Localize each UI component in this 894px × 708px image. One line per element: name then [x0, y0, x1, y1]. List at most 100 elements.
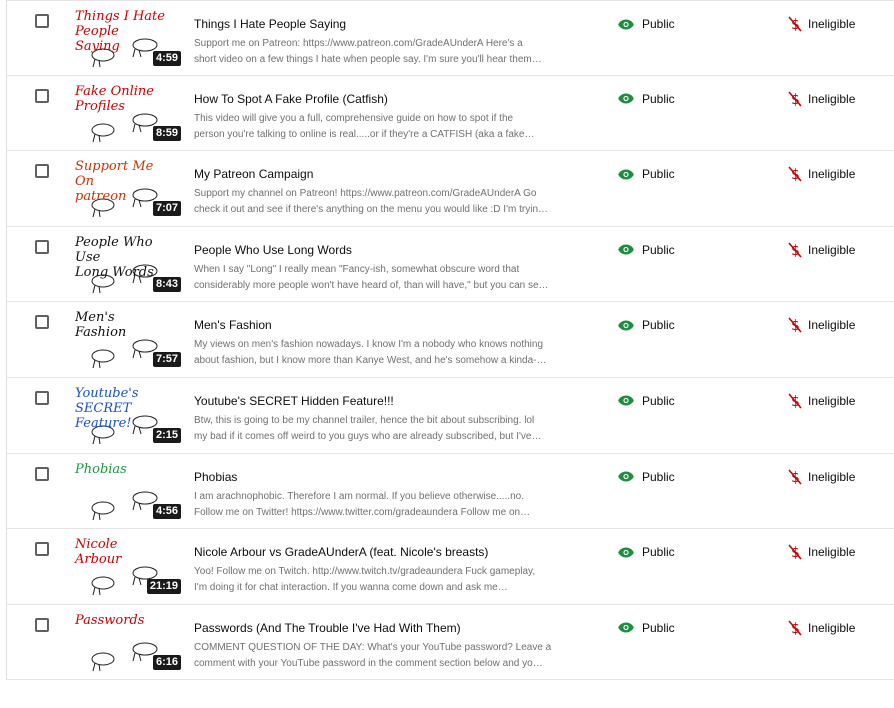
eye-icon — [618, 547, 634, 558]
duration-badge: 21:19 — [146, 579, 181, 595]
select-checkbox[interactable] — [35, 466, 49, 481]
visibility-label: Public — [642, 620, 675, 635]
select-checkbox[interactable] — [35, 542, 49, 557]
select-checkbox[interactable] — [35, 239, 49, 254]
monetization-off-icon: $ — [788, 393, 802, 409]
visibility-status[interactable]: Public — [618, 92, 675, 106]
monetization-status: $ Ineligible — [788, 469, 855, 485]
monetization-label: Ineligible — [808, 17, 856, 31]
video-description: Yoo! Follow me on Twitch. http://www.twi… — [194, 564, 584, 596]
video-thumbnail[interactable]: People Who Use Long Words 8:43 — [73, 232, 183, 295]
visibility-status[interactable]: Public — [618, 17, 675, 31]
visibility-status[interactable]: Public — [618, 545, 675, 559]
duration-badge: 8:43 — [152, 276, 181, 292]
video-thumbnail[interactable]: Fake Online Profiles 8:59 — [73, 81, 183, 144]
video-title[interactable]: Youtube's SECRET Hidden Feature!!! — [194, 394, 594, 408]
video-description: Btw, this is going to be my channel trai… — [194, 413, 584, 445]
monetization-off-icon: $ — [788, 242, 802, 258]
visibility-label: Public — [642, 91, 675, 106]
video-description: Support my channel on Patreon! https://w… — [194, 186, 584, 218]
visibility-status[interactable]: Public — [618, 243, 675, 257]
description-line-1: My views on men's fashion nowadays. I kn… — [194, 339, 543, 351]
video-row: Fake Online Profiles 8:59 How To Spot A … — [7, 76, 894, 152]
monetization-status: $ Ineligible — [788, 242, 855, 258]
video-title[interactable]: Things I Hate People Saying — [194, 17, 594, 31]
description-line-1: Btw, this is going to be my channel trai… — [194, 414, 535, 426]
monetization-label: Ineligible — [808, 91, 856, 106]
video-thumbnail[interactable]: Support Me On patreon 7:07 — [73, 157, 183, 220]
thumbnail-text: Things I Hate People Saying — [75, 9, 165, 54]
description-line-2: Follow me on Twitter! https://www.twitte… — [194, 506, 531, 518]
video-description: When I say "Long" I really mean "Fancy-i… — [194, 262, 584, 294]
thumbnail-text: Fake Online Profiles — [75, 83, 155, 114]
description-line-2: considerably more people won't have hear… — [194, 279, 549, 291]
video-description: COMMENT QUESTION OF THE DAY: What's your… — [194, 640, 584, 672]
video-row: Support Me On patreon 7:07 My Patreon Ca… — [7, 151, 894, 227]
video-title[interactable]: People Who Use Long Words — [194, 243, 594, 257]
description-line-1: I am arachnophobic. Therefore I am norma… — [194, 490, 524, 502]
video-row: Phobias 4:56 Phobias I am arachnophobic.… — [7, 454, 894, 530]
video-description: This video will give you a full, compreh… — [194, 111, 584, 143]
description-line-2: person you're talking to online is real.… — [194, 128, 535, 140]
video-thumbnail[interactable]: Men's Fashion 7:57 — [73, 308, 183, 371]
video-row: Men's Fashion 7:57 Men's Fashion My view… — [7, 302, 894, 378]
visibility-status[interactable]: Public — [618, 621, 675, 635]
monetization-status: $ Ineligible — [788, 393, 855, 409]
visibility-label: Public — [642, 393, 675, 408]
visibility-label: Public — [642, 318, 675, 333]
duration-badge: 4:56 — [152, 503, 181, 519]
description-line-2: I'm doing it for chat interaction. If yo… — [194, 582, 508, 594]
thumbnail-text: Nicole Arbour — [75, 537, 122, 568]
video-thumbnail[interactable]: Phobias 4:56 — [73, 459, 183, 522]
video-title[interactable]: My Patreon Campaign — [194, 167, 594, 181]
video-row: Youtube's SECRET Feature! 2:15 Youtube's… — [7, 378, 894, 454]
eye-icon — [618, 244, 634, 255]
eye-icon — [618, 471, 634, 482]
monetization-label: Ineligible — [808, 242, 856, 257]
video-title[interactable]: Phobias — [194, 470, 594, 484]
visibility-label: Public — [642, 469, 675, 484]
monetization-label: Ineligible — [808, 469, 856, 484]
thumbnail-text: People Who Use Long Words — [75, 234, 154, 280]
thumbnail-text: Youtube's SECRET Feature! — [75, 385, 139, 431]
monetization-label: Ineligible — [808, 167, 856, 182]
monetization-status: $ Ineligible — [788, 166, 855, 182]
description-line-2: comment with your YouTube password in th… — [194, 657, 543, 669]
video-title[interactable]: How To Spot A Fake Profile (Catfish) — [194, 92, 594, 106]
visibility-label: Public — [642, 242, 675, 257]
visibility-status[interactable]: Public — [618, 394, 675, 408]
video-thumbnail[interactable]: Nicole Arbour 21:19 — [73, 535, 183, 598]
duration-badge: 7:57 — [152, 352, 181, 368]
video-thumbnail[interactable]: Things I Hate People Saying 4:59 — [73, 7, 183, 69]
video-thumbnail[interactable]: Youtube's SECRET Feature! 2:15 — [73, 383, 183, 446]
monetization-off-icon: $ — [788, 166, 802, 182]
eye-icon — [618, 320, 634, 331]
visibility-status[interactable]: Public — [618, 167, 675, 181]
video-title[interactable]: Nicole Arbour vs GradeAUnderA (feat. Nic… — [194, 545, 594, 559]
select-checkbox[interactable] — [35, 14, 49, 28]
monetization-label: Ineligible — [808, 545, 856, 560]
eye-icon — [618, 169, 634, 180]
select-checkbox[interactable] — [35, 617, 49, 632]
select-checkbox[interactable] — [35, 88, 49, 103]
select-checkbox[interactable] — [35, 315, 49, 330]
visibility-label: Public — [642, 545, 675, 560]
monetization-status: $ Ineligible — [788, 317, 855, 333]
select-checkbox[interactable] — [35, 390, 49, 405]
monetization-off-icon: $ — [788, 469, 802, 485]
video-description: I am arachnophobic. Therefore I am norma… — [194, 489, 584, 521]
visibility-status[interactable]: Public — [618, 318, 675, 332]
description-line-1: Yoo! Follow me on Twitch. http://www.twi… — [194, 566, 536, 578]
duration-badge: 4:59 — [152, 51, 181, 66]
monetization-label: Ineligible — [808, 393, 856, 408]
monetization-status: $ Ineligible — [788, 91, 855, 107]
thumbnail-text: Passwords — [75, 612, 145, 628]
duration-badge: 6:16 — [152, 654, 181, 670]
video-thumbnail[interactable]: Passwords 6:16 — [73, 610, 183, 673]
video-title[interactable]: Passwords (And The Trouble I've Had With… — [194, 621, 594, 635]
video-list: Things I Hate People Saying 4:59 Things … — [6, 0, 894, 681]
video-title[interactable]: Men's Fashion — [194, 318, 594, 332]
select-checkbox[interactable] — [35, 164, 49, 179]
visibility-status[interactable]: Public — [618, 470, 675, 484]
monetization-status: $ Ineligible — [788, 16, 855, 32]
